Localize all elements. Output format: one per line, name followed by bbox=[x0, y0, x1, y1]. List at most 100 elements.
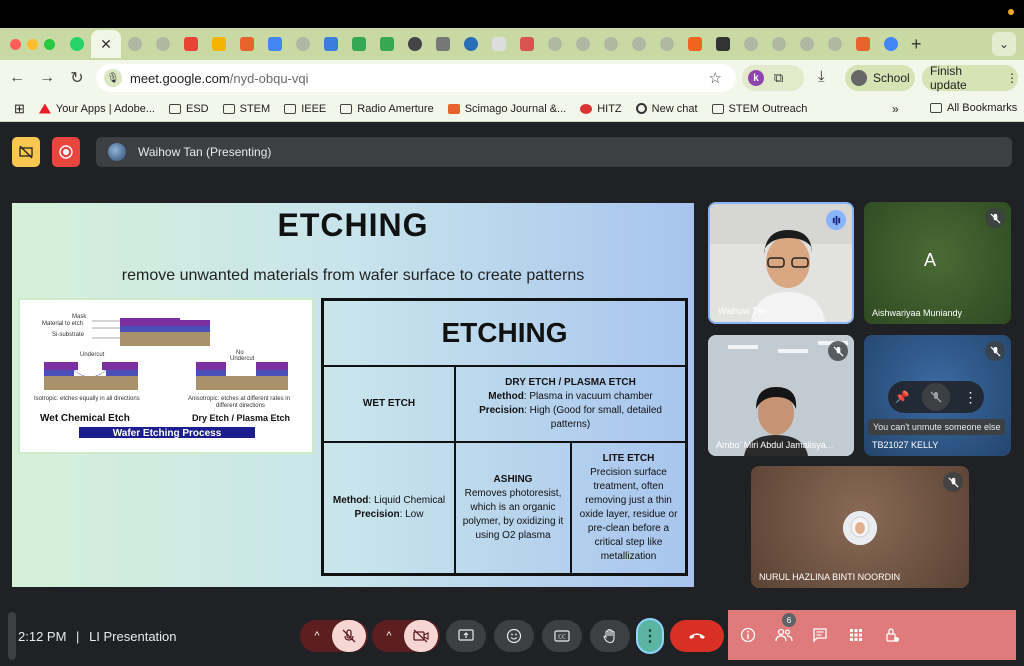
tab-calendar[interactable] bbox=[261, 31, 289, 57]
maximize-window-button[interactable] bbox=[44, 38, 55, 50]
tab-etsy[interactable] bbox=[681, 31, 709, 57]
wet-method: Method: Liquid Chemical bbox=[332, 495, 446, 506]
bookmark-item[interactable]: New chat bbox=[635, 103, 698, 115]
forward-icon[interactable]: → bbox=[34, 65, 60, 91]
no-captions-host-button[interactable] bbox=[12, 137, 40, 167]
bookmark-item[interactable]: Scimago Journal &... bbox=[447, 103, 566, 115]
tab-13[interactable] bbox=[709, 31, 737, 57]
bookmark-item[interactable]: STEM bbox=[222, 103, 270, 115]
participant-tile-kelly[interactable]: 📌 ⋮ You can't unmute someone else TB2102… bbox=[864, 335, 1011, 456]
lite-etch-title: LITE ETCH bbox=[602, 453, 655, 464]
extensions-pill[interactable]: k ⧉ bbox=[742, 65, 804, 91]
tab-17[interactable] bbox=[821, 31, 849, 57]
tab-3[interactable] bbox=[289, 31, 317, 57]
tab-slides[interactable] bbox=[205, 31, 233, 57]
camera-options-chevron-icon[interactable]: ^ bbox=[374, 630, 404, 642]
pin-icon[interactable]: 📌 bbox=[895, 390, 910, 404]
tab-sc-2[interactable] bbox=[849, 31, 877, 57]
bookmark-item[interactable]: Your Apps | Adobe... bbox=[38, 103, 155, 115]
tab-11[interactable] bbox=[625, 31, 653, 57]
emoji-icon bbox=[506, 628, 522, 644]
url-text[interactable]: meet.google.com/nyd-obqu-vqi bbox=[130, 71, 309, 86]
k-extension-icon[interactable]: k bbox=[748, 70, 764, 86]
substrate-label: Si-substrate bbox=[52, 332, 85, 338]
profile-button[interactable]: School bbox=[845, 65, 915, 91]
leave-call-button[interactable] bbox=[670, 620, 724, 652]
tab-2[interactable] bbox=[149, 31, 177, 57]
url-field[interactable]: 🎙 meet.google.com/nyd-obqu-vqi ☆ bbox=[96, 64, 736, 92]
record-button[interactable] bbox=[52, 137, 80, 167]
tab-whatsapp[interactable] bbox=[63, 31, 91, 57]
bookmark-item[interactable]: STEM Outreach bbox=[711, 103, 807, 115]
bookmark-item[interactable]: Radio Amerture bbox=[340, 103, 434, 115]
mic-options-chevron-icon[interactable]: ^ bbox=[302, 630, 332, 642]
minimize-window-button[interactable] bbox=[27, 38, 38, 50]
bookmark-item[interactable]: IEEE bbox=[284, 103, 326, 115]
tab-9[interactable] bbox=[569, 31, 597, 57]
mic-toggle-button[interactable] bbox=[332, 620, 366, 652]
all-bookmarks-button[interactable]: All Bookmarks bbox=[930, 102, 1017, 114]
tab-6[interactable] bbox=[485, 31, 513, 57]
window-controls bbox=[10, 38, 55, 50]
tab-16[interactable] bbox=[793, 31, 821, 57]
slide-subtitle: remove unwanted materials from wafer sur… bbox=[121, 267, 585, 284]
tab-drive-2[interactable] bbox=[373, 31, 401, 57]
puzzle-icon[interactable]: ⧉ bbox=[774, 70, 783, 86]
tab-meet-active[interactable]: ✕ bbox=[91, 30, 121, 58]
tab-7[interactable] bbox=[513, 31, 541, 57]
reload-icon[interactable]: ↻ bbox=[64, 65, 90, 91]
side-panel-handle[interactable] bbox=[8, 612, 16, 660]
meeting-tools-panel: 6 bbox=[728, 610, 1016, 660]
participant-avatar bbox=[843, 511, 877, 545]
back-icon[interactable]: ← bbox=[4, 65, 30, 91]
tab-google[interactable] bbox=[877, 31, 905, 57]
more-options-button[interactable]: ⋮ bbox=[636, 618, 664, 654]
download-icon[interactable]: ⤓ bbox=[818, 68, 825, 85]
close-window-button[interactable] bbox=[10, 38, 21, 50]
host-controls-button[interactable] bbox=[874, 619, 910, 651]
chat-button[interactable] bbox=[802, 619, 838, 651]
emoji-button[interactable] bbox=[494, 620, 534, 652]
more-bookmarks-icon[interactable]: » bbox=[892, 102, 899, 116]
presenting-banner[interactable]: Waihow Tan (Presenting) bbox=[96, 137, 1012, 167]
new-tab-button[interactable]: + bbox=[911, 34, 922, 55]
captions-button[interactable]: CC bbox=[542, 620, 582, 652]
tab-8[interactable] bbox=[541, 31, 569, 57]
bookmark-item[interactable]: ESD bbox=[169, 103, 209, 115]
more-options-icon[interactable]: ⋮ bbox=[963, 389, 977, 406]
camera-toggle-button[interactable] bbox=[404, 620, 438, 652]
raise-hand-button[interactable] bbox=[590, 620, 630, 652]
tab-sc[interactable] bbox=[233, 31, 261, 57]
apps-grid-icon[interactable]: ⊞ bbox=[14, 101, 25, 117]
activities-button[interactable] bbox=[838, 619, 874, 651]
tab-4[interactable] bbox=[429, 31, 457, 57]
participant-tile-ambo[interactable]: Ambo' Miri Abdul Jamalisya... bbox=[708, 335, 854, 456]
participant-tile-waihow[interactable]: Waihow Tan bbox=[708, 202, 854, 324]
tab-drive-1[interactable] bbox=[345, 31, 373, 57]
bookmark-star-icon[interactable]: ☆ bbox=[709, 69, 722, 87]
tab-12[interactable] bbox=[653, 31, 681, 57]
table-header: ETCHING bbox=[323, 300, 686, 366]
tab-id[interactable] bbox=[317, 31, 345, 57]
participant-tile-aishwariyaa[interactable]: A Aishwariyaa Muniandy bbox=[864, 202, 1011, 324]
bookmark-item[interactable]: HITZ bbox=[580, 103, 622, 115]
mic-in-use-icon[interactable]: 🎙 bbox=[104, 69, 122, 87]
participant-tile-nurul[interactable]: NURUL HAZLINA BINTI NOORDIN bbox=[751, 466, 969, 588]
present-button[interactable] bbox=[446, 620, 486, 652]
mute-participant-button[interactable] bbox=[922, 383, 951, 411]
tab-gmail[interactable] bbox=[177, 31, 205, 57]
meeting-details-button[interactable] bbox=[730, 619, 766, 651]
tab-1[interactable] bbox=[121, 31, 149, 57]
tab-14[interactable] bbox=[737, 31, 765, 57]
dry-etch-cell: DRY ETCH / PLASMA ETCH Method: Plasma in… bbox=[455, 366, 686, 442]
ashing-desc: Removes photoresist, which is an organic… bbox=[462, 488, 564, 541]
people-button[interactable]: 6 bbox=[766, 613, 802, 651]
tab-15[interactable] bbox=[765, 31, 793, 57]
mic-off-icon bbox=[828, 341, 848, 361]
tab-chatgpt[interactable] bbox=[401, 31, 429, 57]
finish-update-button[interactable]: Finish update ⋮ bbox=[922, 64, 1018, 92]
tab-5[interactable] bbox=[457, 31, 485, 57]
kebab-menu-icon: ⋮ bbox=[1006, 71, 1018, 85]
tab-search-button[interactable]: ⌄ bbox=[992, 32, 1016, 56]
tab-10[interactable] bbox=[597, 31, 625, 57]
